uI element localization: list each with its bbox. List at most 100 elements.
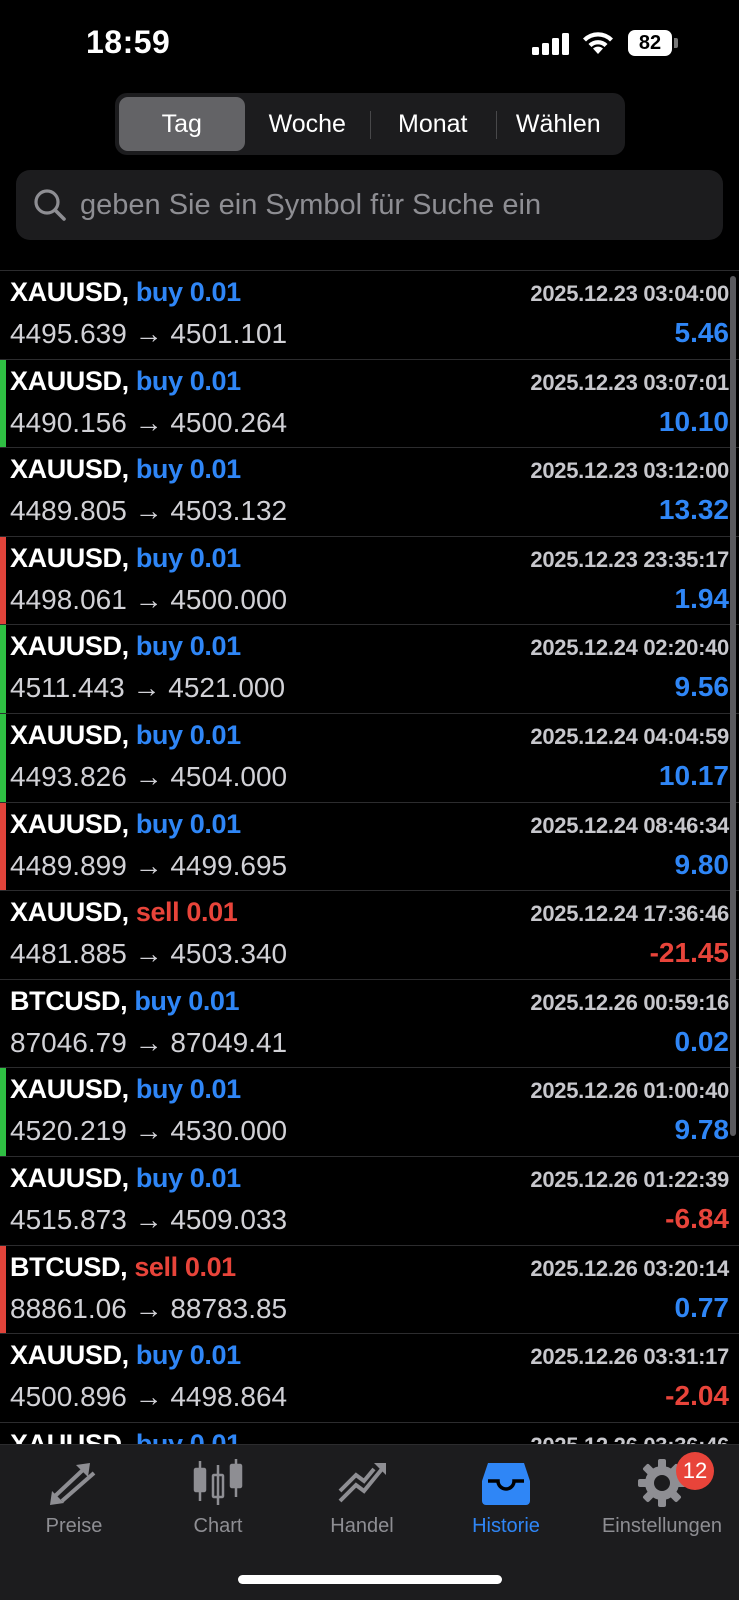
row-status-bar <box>0 359 6 448</box>
tab-handel[interactable]: Handel <box>288 1457 436 1557</box>
trade-prices: 4489.805 → 4503.132 <box>10 495 288 527</box>
trade-row[interactable]: BTCUSD, buy 0.01 2025.12.26 00:59:16 87046… <box>0 980 739 1069</box>
trade-profit: 10.17 <box>658 759 729 791</box>
row-status-bar <box>0 271 6 359</box>
trade-row[interactable]: XAUUSD, buy 0.01 2025.12.23 03:07:01 4490.… <box>0 359 739 449</box>
row-status-bar <box>0 802 6 891</box>
trade-row[interactable]: XAUUSD, buy 0.01 2025.12.23 03:04:00 4495.… <box>0 271 739 360</box>
trade-row[interactable]: XAUUSD, buy 0.01 2025.12.24 02:20:40 4511.… <box>0 625 739 714</box>
candlestick-chart-icon <box>193 1459 243 1505</box>
trade-time: 2025.12.26 03:20:14 <box>530 1255 729 1281</box>
trade-title: XAUUSD, buy 0.01 <box>10 1163 241 1194</box>
trade-prices: 4520.219 → 4530.000 <box>10 1115 288 1147</box>
trade-profit: 5.46 <box>674 317 730 348</box>
trade-time: 2025.12.26 01:22:39 <box>530 1166 729 1192</box>
tab-label: Chart <box>193 1515 243 1537</box>
trade-title: XAUUSD, buy 0.01 <box>10 1340 241 1371</box>
row-status-bar <box>0 1423 6 1444</box>
trade-profit: 13.32 <box>658 494 729 526</box>
row-status-bar <box>0 891 6 979</box>
trade-row[interactable]: XAUUSD, buy 0.01 2025.12.26 01:00:40 4520.… <box>0 1068 739 1157</box>
trade-side: sell 0.01 <box>135 897 238 928</box>
battery-level: 82 <box>628 30 672 56</box>
row-status-bar <box>0 448 6 536</box>
trade-side: buy 0.01 <box>135 1074 241 1105</box>
trade-row[interactable]: XAUUSD, buy 0.01 2025.12.24 04:04:59 4493.… <box>0 713 739 803</box>
trade-row[interactable]: XAUUSD, buy 0.01 2025.12.23 03:12:00 4489.… <box>0 448 739 537</box>
trade-side: sell 0.01 <box>134 1251 236 1282</box>
trade-time: 2025.12.23 03:04:00 <box>530 281 729 306</box>
trade-title: XAUUSD, buy 0.01 <box>10 809 241 840</box>
trade-title: BTCUSD, sell 0.01 <box>10 1252 236 1283</box>
tab-historie[interactable]: Historie <box>432 1457 580 1557</box>
search-input[interactable] <box>80 188 723 222</box>
trade-row[interactable]: XAUUSD, buy 0.01 2025.12.23 23:35:17 4498.… <box>0 536 739 626</box>
search-icon <box>34 189 66 221</box>
trade-profit: -2.04 <box>665 1380 729 1412</box>
trade-row[interactable]: XAUUSD, buy 0.01 2025.12.26 03:36:46 <box>0 1423 739 1444</box>
trade-side: buy 0.01 <box>135 1428 241 1444</box>
trade-title: XAUUSD, buy 0.01 <box>10 454 241 485</box>
trade-row[interactable]: XAUUSD, buy 0.01 2025.12.26 03:31:17 4500.… <box>0 1334 739 1423</box>
tab-chart[interactable]: Chart <box>144 1457 292 1557</box>
trade-side: buy 0.01 <box>134 985 240 1016</box>
trade-symbol: BTCUSD, <box>10 985 128 1016</box>
trade-title: XAUUSD, buy 0.01 <box>10 631 241 662</box>
trade-prices: 4500.896 → 4498.864 <box>10 1381 288 1413</box>
trade-side: buy 0.01 <box>135 1162 241 1193</box>
row-status-bar <box>0 713 6 802</box>
trade-side: buy 0.01 <box>135 542 241 573</box>
search-bar[interactable] <box>16 170 723 240</box>
trade-profit: 10.10 <box>658 405 729 437</box>
trade-row[interactable]: XAUUSD, buy 0.01 2025.12.24 08:46:34 4489.… <box>0 802 739 892</box>
trade-time: 2025.12.23 23:35:17 <box>530 546 729 572</box>
trade-profit: 9.56 <box>674 671 730 703</box>
tab-preise[interactable]: Preise <box>0 1457 148 1557</box>
trade-side: buy 0.01 <box>135 719 241 750</box>
trade-title: XAUUSD, buy 0.01 <box>10 366 241 397</box>
period-segmented-control: Tag Woche Monat Wählen <box>115 93 625 155</box>
row-status-bar <box>0 980 6 1068</box>
notification-badge: 12 <box>676 1452 714 1490</box>
trade-time: 2025.12.23 03:07:01 <box>530 369 729 395</box>
trade-chart-icon <box>338 1463 386 1503</box>
row-status-bar <box>0 1334 6 1422</box>
trade-row[interactable]: XAUUSD, sell 0.01 2025.12.24 17:36:46 4481… <box>0 891 739 980</box>
segment-tag[interactable]: Tag <box>119 97 245 151</box>
trade-prices: 88861.06 → 88783.85 <box>10 1292 288 1324</box>
segment-waehlen[interactable]: Wählen <box>495 97 622 151</box>
trade-profit: -21.45 <box>649 937 729 969</box>
trade-symbol: XAUUSD, <box>10 365 129 396</box>
segment-woche[interactable]: Woche <box>245 97 371 151</box>
trade-title: XAUUSD, buy 0.01 <box>10 1074 241 1105</box>
row-status-bar <box>0 1245 6 1334</box>
trade-profit: -6.84 <box>665 1202 729 1234</box>
trade-symbol: XAUUSD, <box>10 897 129 928</box>
tab-label: Preise <box>45 1515 103 1537</box>
prices-arrows-icon <box>50 1463 96 1505</box>
trade-symbol: XAUUSD, <box>10 631 129 662</box>
history-inbox-icon <box>482 1463 530 1505</box>
trade-prices: 4495.639 → 4501.101 <box>10 318 288 349</box>
trade-symbol: XAUUSD, <box>10 454 129 485</box>
trade-prices: 4490.156 → 4500.264 <box>10 406 288 438</box>
trade-title: XAUUSD, buy 0.01 <box>10 277 241 308</box>
trade-row[interactable]: XAUUSD, buy 0.01 2025.12.26 01:22:39 4515.… <box>0 1157 739 1246</box>
trade-symbol: XAUUSD, <box>10 542 129 573</box>
trade-time: 2025.12.26 01:00:40 <box>530 1078 729 1104</box>
trade-side: buy 0.01 <box>135 631 241 662</box>
trade-symbol: XAUUSD, <box>10 1340 129 1371</box>
trade-time: 2025.12.24 02:20:40 <box>530 635 729 661</box>
trade-symbol: XAUUSD, <box>10 1428 129 1444</box>
trade-row[interactable]: BTCUSD, sell 0.01 2025.12.26 03:20:14 8886… <box>0 1245 739 1335</box>
trade-symbol: XAUUSD, <box>10 1162 129 1193</box>
tab-label: Einstellungen <box>601 1515 723 1537</box>
scrollbar[interactable] <box>730 276 736 1136</box>
trade-profit: 9.78 <box>674 1114 730 1146</box>
trade-profit: 1.94 <box>674 582 730 614</box>
trade-history-list[interactable]: XAUUSD, buy 0.01 2025.12.23 03:04:00 4495.… <box>0 270 739 1444</box>
trade-time: 2025.12.24 08:46:34 <box>530 812 729 838</box>
trade-prices: 87046.79 → 87049.41 <box>10 1026 288 1058</box>
segment-monat[interactable]: Monat <box>370 97 496 151</box>
wifi-icon <box>583 32 613 54</box>
